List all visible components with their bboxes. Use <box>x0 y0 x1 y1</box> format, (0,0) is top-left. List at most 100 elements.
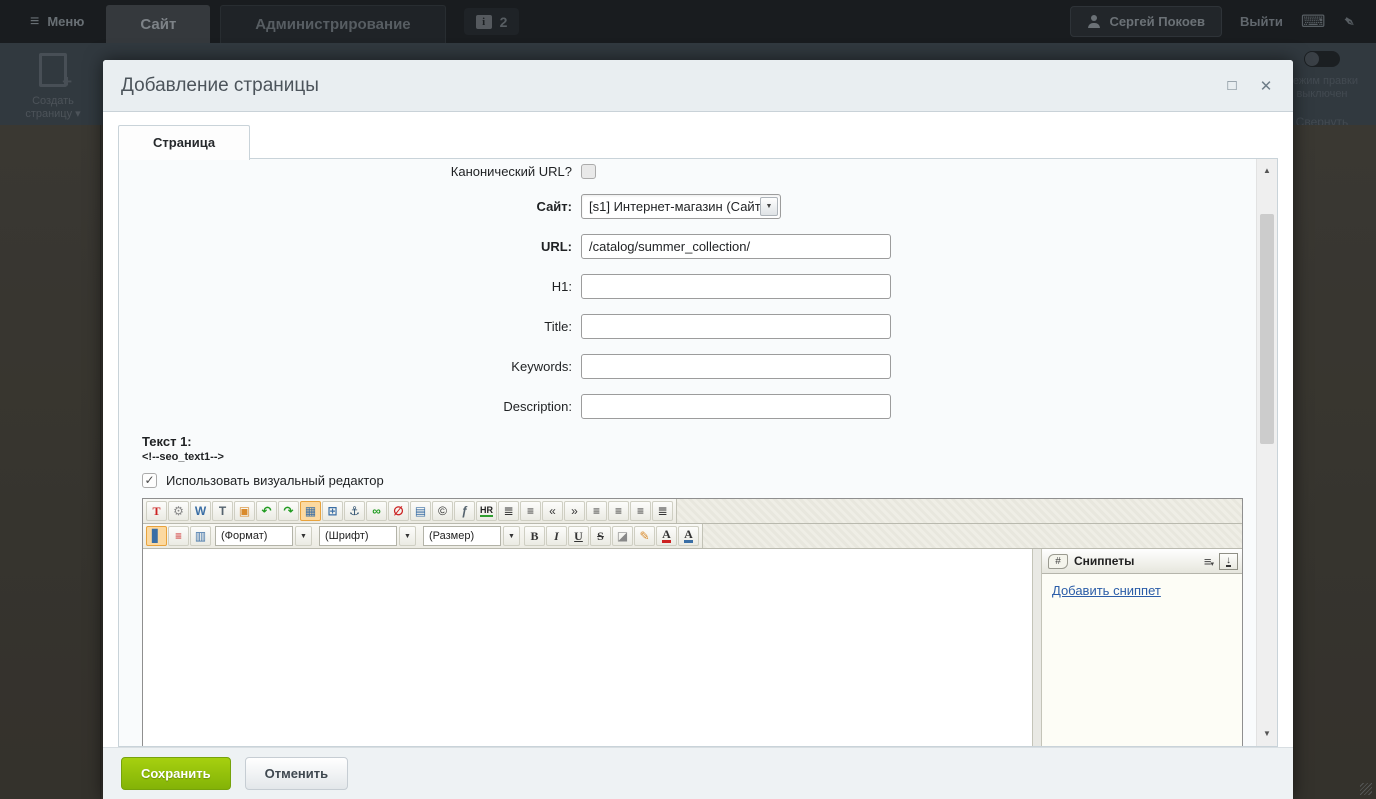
canonical-checkbox[interactable] <box>581 164 596 179</box>
font-select[interactable]: (Шрифт) ▼ <box>319 526 416 546</box>
visual-editor-checkbox[interactable]: ✓ <box>142 473 157 488</box>
site-label: Сайт: <box>119 199 581 214</box>
screen: ≡ Меню Сайт Администрирование i 2 Сергей… <box>0 0 1376 799</box>
anchor-icon[interactable]: ⚓ <box>344 501 365 521</box>
bold-icon[interactable]: B <box>524 526 545 546</box>
tab-page[interactable]: Страница <box>118 125 250 160</box>
scroll-up-icon[interactable]: ▲ <box>1257 161 1277 181</box>
flash-icon[interactable]: ƒ <box>454 501 475 521</box>
show-borders-icon[interactable]: ▦ <box>300 501 321 521</box>
align-center-icon[interactable]: ≡ <box>608 501 629 521</box>
editor-main: # Сниппеты ≡▾ ↓ Добавить сниппет <box>143 549 1242 746</box>
snippets-title: Сниппеты <box>1074 554 1198 568</box>
text-color-icon[interactable]: A <box>656 526 677 546</box>
visual-editor-label: Использовать визуальный редактор <box>166 473 384 488</box>
keywords-input[interactable] <box>581 354 891 379</box>
size-select-value: (Размер) <box>423 526 501 546</box>
description-label: Description: <box>119 399 581 414</box>
background-color-icon[interactable]: A <box>678 526 699 546</box>
text1-block: Текст 1: <!--seo_text1--> <box>142 434 1256 463</box>
justify-icon[interactable]: ≣ <box>652 501 673 521</box>
settings-gear-icon[interactable]: ⚙ <box>168 501 189 521</box>
dialog-footer: Сохранить Отменить <box>103 747 1293 799</box>
scrollbar-thumb[interactable] <box>1260 214 1274 444</box>
text-style-icon[interactable]: T <box>146 501 167 521</box>
strikethrough-icon[interactable]: S <box>590 526 611 546</box>
underline-icon[interactable]: U <box>568 526 589 546</box>
keywords-label: Keywords: <box>119 359 581 374</box>
description-input[interactable] <box>581 394 891 419</box>
description-row: Description: <box>119 394 1256 419</box>
select-all-icon[interactable]: ▣ <box>234 501 255 521</box>
add-snippet-link[interactable]: Добавить сниппет <box>1052 583 1161 598</box>
snippets-header: # Сниппеты ≡▾ ↓ <box>1042 549 1242 574</box>
title-input[interactable] <box>581 314 891 339</box>
site-select[interactable]: [s1] Интернет-магазин (Сайт ▼ <box>581 194 781 219</box>
copyright-icon[interactable]: © <box>432 501 453 521</box>
indent-icon[interactable]: » <box>564 501 585 521</box>
text-color-glyph: A <box>662 529 671 543</box>
chevron-down-icon[interactable]: ▼ <box>295 526 312 546</box>
visual-editor-row: ✓ Использовать визуальный редактор <box>142 473 1256 488</box>
chevron-down-icon: ▼ <box>760 197 778 216</box>
snippets-menu-icon[interactable]: ≡▾ <box>1204 554 1213 569</box>
form-scroll-area: Канонический URL? Сайт: [s1] Интернет-ма… <box>119 159 1256 746</box>
canonical-row: Канонический URL? <box>119 164 1256 179</box>
editor-splitter[interactable] <box>1033 549 1042 746</box>
horizontal-rule-icon[interactable]: HR <box>476 501 497 521</box>
format-brush-icon[interactable]: ✎ <box>634 526 655 546</box>
insert-table-icon[interactable]: ⊞ <box>322 501 343 521</box>
editor-canvas[interactable] <box>143 549 1033 746</box>
undo-icon[interactable]: ↶ <box>256 501 277 521</box>
insert-link-icon[interactable]: ∞ <box>366 501 387 521</box>
h1-row: H1: <box>119 274 1256 299</box>
outdent-icon[interactable]: « <box>542 501 563 521</box>
visual-mode-icon[interactable]: ▋ <box>146 526 167 546</box>
font-select-value: (Шрифт) <box>319 526 397 546</box>
dialog-scrollbar[interactable]: ▲ ▼ <box>1256 159 1277 746</box>
url-row: URL: <box>119 234 1256 259</box>
chevron-down-icon[interactable]: ▼ <box>399 526 416 546</box>
snippets-dock-icon[interactable]: ↓ <box>1219 553 1238 570</box>
align-left-icon[interactable]: ≡ <box>586 501 607 521</box>
url-input[interactable] <box>581 234 891 259</box>
redo-icon[interactable]: ↷ <box>278 501 299 521</box>
size-select[interactable]: (Размер) ▼ <box>423 526 520 546</box>
add-page-dialog: Добавление страницы □ ✕ Страница Канонич… <box>103 60 1293 799</box>
form-panel: Канонический URL? Сайт: [s1] Интернет-ма… <box>118 158 1278 747</box>
paste-plain-text-icon[interactable]: T <box>212 501 233 521</box>
dialog-body: Страница Канонический URL? Сайт: [s1] Ин… <box>103 112 1293 747</box>
maximize-icon[interactable]: □ <box>1223 77 1241 95</box>
text1-marker: <!--seo_text1--> <box>142 451 1256 463</box>
save-button[interactable]: Сохранить <box>121 757 231 790</box>
italic-icon[interactable]: I <box>546 526 567 546</box>
remove-link-icon[interactable]: ∅ <box>388 501 409 521</box>
snippets-body: Добавить сниппет <box>1042 574 1242 746</box>
cancel-button[interactable]: Отменить <box>245 757 349 790</box>
snippets-icon: # <box>1048 554 1068 569</box>
split-mode-icon[interactable]: ▥ <box>190 526 211 546</box>
close-icon[interactable]: ✕ <box>1257 77 1275 95</box>
insert-image-icon[interactable]: ▤ <box>410 501 431 521</box>
code-mode-icon[interactable]: ≡ <box>168 526 189 546</box>
editor-toolbar-row2: ▋ ≡ ▥ (Формат) ▼ (Шрифт) ▼ <box>143 524 1242 549</box>
ordered-list-icon[interactable]: ≣ <box>498 501 519 521</box>
background-color-glyph: A <box>684 529 693 543</box>
dialog-title: Добавление страницы <box>121 75 319 97</box>
keywords-row: Keywords: <box>119 354 1256 379</box>
html-editor: T ⚙ W T ▣ ↶ ↷ ▦ ⊞ ⚓ ∞ ∅ <box>142 498 1243 746</box>
paste-from-word-icon[interactable]: W <box>190 501 211 521</box>
eraser-icon[interactable]: ◪ <box>612 526 633 546</box>
url-label: URL: <box>119 239 581 254</box>
format-select-value: (Формат) <box>215 526 293 546</box>
dialog-header: Добавление страницы □ ✕ <box>103 60 1293 112</box>
format-select[interactable]: (Формат) ▼ <box>215 526 312 546</box>
chevron-down-icon[interactable]: ▼ <box>503 526 520 546</box>
scroll-down-icon[interactable]: ▼ <box>1257 724 1277 744</box>
site-row: Сайт: [s1] Интернет-магазин (Сайт ▼ <box>119 194 1256 219</box>
h1-input[interactable] <box>581 274 891 299</box>
unordered-list-icon[interactable]: ≡ <box>520 501 541 521</box>
editor-toolbar-row1: T ⚙ W T ▣ ↶ ↷ ▦ ⊞ ⚓ ∞ ∅ <box>143 499 1242 524</box>
h1-label: H1: <box>119 279 581 294</box>
align-right-icon[interactable]: ≡ <box>630 501 651 521</box>
